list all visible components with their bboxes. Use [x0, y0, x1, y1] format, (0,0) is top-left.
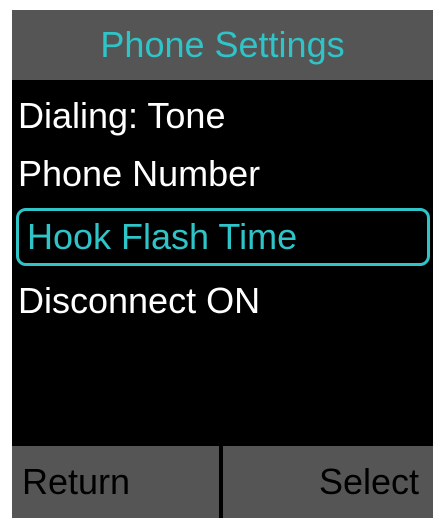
- select-label: Select: [318, 461, 419, 502]
- select-button[interactable]: Select: [223, 446, 433, 518]
- menu-item-dialing[interactable]: Dialing: Tone: [18, 98, 225, 134]
- title-bar: Phone Settings: [12, 10, 433, 80]
- menu-item-disconnect[interactable]: Disconnect ON: [18, 283, 260, 319]
- menu-item-hook-flash-time[interactable]: Hook Flash Time: [16, 208, 430, 266]
- menu-item-label: Hook Flash Time: [27, 216, 298, 257]
- page-title: Phone Settings: [100, 24, 345, 65]
- menu-item-phone-number[interactable]: Phone Number: [18, 156, 260, 192]
- return-button[interactable]: Return: [12, 446, 223, 518]
- phone-screen: Phone Settings Dialing: Tone Phone Numbe…: [12, 10, 433, 518]
- softkey-bar: Return Select: [12, 446, 433, 518]
- return-label: Return: [22, 461, 131, 502]
